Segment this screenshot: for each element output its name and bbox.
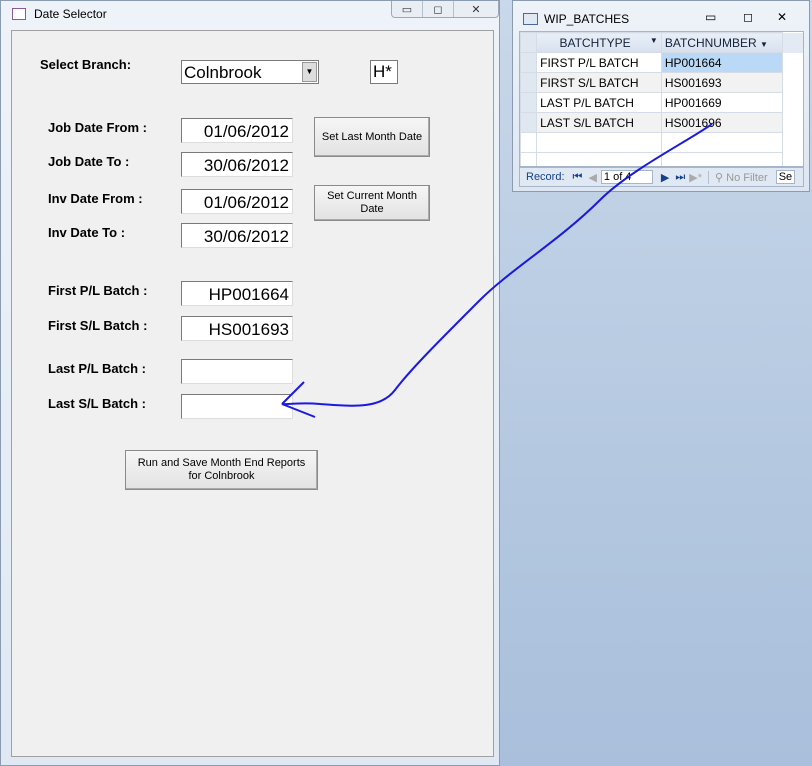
chevron-down-icon[interactable]: ▼ — [302, 62, 317, 82]
record-navigator: Record: ⏮ ◀ 1 of 4 ▶ ⏭ ▶* ⚲ No Filter Se — [519, 167, 804, 187]
select-branch-label: Select Branch: — [40, 57, 132, 72]
chevron-down-icon[interactable]: ▼ — [650, 36, 658, 45]
last-pl-label: Last P/L Batch : — [48, 361, 147, 376]
row-selector[interactable] — [520, 72, 538, 93]
batchnumber-cell[interactable]: HS001696 — [660, 112, 783, 133]
last-sl-label: Last S/L Batch : — [48, 396, 147, 411]
table-row[interactable]: LAST P/L BATCH HP001669 — [520, 92, 803, 113]
set-last-month-button[interactable]: Set Last Month Date — [314, 117, 430, 157]
first-pl-label: First P/L Batch : — [48, 283, 148, 298]
table-row[interactable]: FIRST S/L BATCH HS001693 — [520, 72, 803, 93]
column-header-batchtype[interactable]: BATCHTYPE ▼ — [536, 32, 662, 53]
close-button[interactable]: ✕ — [454, 1, 498, 17]
last-sl-input[interactable] — [181, 394, 293, 419]
inv-date-from-input[interactable]: 01/06/2012 — [181, 189, 293, 214]
filter-label: No Filter — [726, 171, 768, 184]
form-body: Select Branch: Colnbrook ▼ H* Job Date F… — [11, 30, 494, 757]
job-date-from-input[interactable]: 01/06/2012 — [181, 118, 293, 143]
window-controls: ▭ ◻ ✕ — [391, 1, 499, 18]
date-selector-window: Date Selector ▭ ◻ ✕ Select Branch: Colnbro… — [0, 0, 500, 766]
header-label: BATCHTYPE — [559, 35, 631, 50]
batchnumber-cell[interactable]: HP001664 — [660, 52, 783, 73]
select-all-corner[interactable] — [520, 32, 538, 53]
inv-date-to-input[interactable]: 30/06/2012 — [181, 223, 293, 248]
window-title: Date Selector — [34, 7, 107, 21]
row-selector[interactable] — [520, 112, 538, 133]
last-record-button[interactable]: ⏭ — [675, 171, 685, 184]
minimize-button[interactable]: ▭ — [392, 1, 423, 17]
close-button[interactable]: ✕ — [777, 10, 787, 24]
datasheet: BATCHTYPE ▼ BATCHNUMBER ▼ FIRST P/L BATC… — [519, 31, 804, 167]
last-pl-input[interactable] — [181, 359, 293, 384]
batchtype-cell[interactable]: FIRST P/L BATCH — [536, 52, 662, 73]
filter-icon: ⚲ — [715, 171, 724, 184]
next-record-button[interactable]: ▶ — [661, 171, 669, 184]
search-input[interactable]: Se — [775, 170, 796, 184]
new-record-button[interactable]: ▶* — [689, 171, 702, 184]
chevron-down-icon[interactable]: ▼ — [760, 40, 768, 49]
row-selector[interactable] — [520, 52, 538, 73]
job-date-to-label: Job Date To : — [48, 154, 130, 169]
branch-dropdown[interactable]: Colnbrook ▼ — [181, 60, 319, 84]
job-date-from-label: Job Date From : — [48, 120, 147, 135]
column-header-batchnumber[interactable]: BATCHNUMBER ▼ — [660, 32, 783, 53]
restore-button[interactable]: ◻ — [743, 10, 753, 24]
record-label: Record: — [526, 171, 565, 183]
table-icon — [523, 13, 538, 25]
row-selector[interactable] — [520, 92, 538, 113]
inv-date-to-label: Inv Date To : — [48, 225, 126, 240]
window-title: WIP_BATCHES — [544, 12, 630, 26]
previous-record-button[interactable]: ◀ — [588, 171, 596, 184]
batchtype-cell[interactable]: LAST S/L BATCH — [536, 112, 662, 133]
filter-toggle[interactable]: ⚲ No Filter — [708, 170, 768, 184]
restore-button[interactable]: ◻ — [423, 1, 454, 17]
batchnumber-cell[interactable]: HS001693 — [660, 72, 783, 93]
first-sl-input[interactable]: HS001693 — [181, 316, 293, 341]
table-row[interactable]: LAST S/L BATCH HS001696 — [520, 112, 803, 133]
record-position-input[interactable]: 1 of 4 — [600, 170, 653, 184]
run-month-end-reports-button[interactable]: Run and Save Month End Reports for Colnb… — [125, 450, 318, 490]
first-pl-input[interactable]: HP001664 — [181, 281, 293, 306]
set-current-month-button[interactable]: Set Current Month Date — [314, 185, 430, 221]
first-record-button[interactable]: ⏮ — [573, 171, 583, 184]
job-date-to-input[interactable]: 30/06/2012 — [181, 152, 293, 177]
form-icon — [12, 8, 26, 20]
wip-batches-window: WIP_BATCHES ▭ ◻ ✕ BATCHTYPE ▼ BATCHNUMBE… — [512, 0, 810, 192]
minimize-button[interactable]: ▭ — [705, 10, 716, 24]
branch-value: Colnbrook — [184, 63, 262, 82]
first-sl-label: First S/L Batch : — [48, 318, 148, 333]
batchtype-cell[interactable]: FIRST S/L BATCH — [536, 72, 662, 93]
inv-date-from-label: Inv Date From : — [48, 191, 143, 206]
batchnumber-cell[interactable]: HP001669 — [660, 92, 783, 113]
header-label: BATCHNUMBER — [664, 35, 757, 50]
branch-code-field[interactable]: H* — [370, 60, 398, 84]
table-row[interactable]: FIRST P/L BATCH HP001664 — [520, 52, 803, 73]
batchtype-cell[interactable]: LAST P/L BATCH — [536, 92, 662, 113]
